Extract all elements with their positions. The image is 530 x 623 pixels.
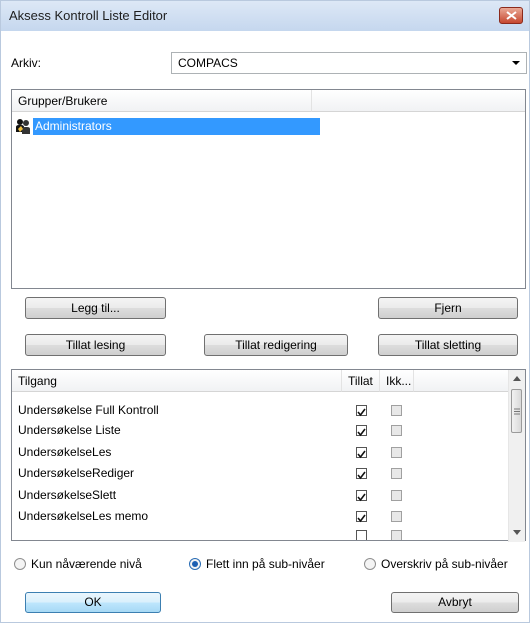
table-row[interactable]: UndersøkelseSlett (12, 487, 342, 504)
ok-button[interactable]: OK (25, 592, 161, 613)
table-row[interactable]: UndersøkelseLes (12, 444, 342, 461)
allow-checkbox[interactable] (356, 511, 367, 523)
allow-checkbox[interactable] (356, 447, 367, 459)
window-title: Aksess Kontroll Liste Editor (9, 8, 168, 23)
title-bar[interactable]: Aksess Kontroll Liste Editor (1, 1, 529, 31)
radio-current-level-label[interactable]: Kun nåværende nivå (31, 557, 142, 571)
row-label: Undersøkelse Liste (18, 423, 121, 437)
allow-checkbox[interactable] (356, 425, 367, 437)
allow-checkbox[interactable] (356, 405, 367, 417)
table-row[interactable]: UndersøkelseLes memo (12, 508, 342, 525)
deny-column-header[interactable]: Ikk... (380, 370, 414, 392)
remove-button[interactable]: Fjern (378, 297, 518, 319)
scroll-down-icon (513, 530, 521, 535)
scroll-thumb[interactable] (511, 389, 522, 433)
archive-label: Arkiv: (11, 56, 41, 70)
deny-checkbox[interactable] (391, 425, 402, 436)
access-column-header[interactable]: Tilgang (12, 370, 342, 392)
checkmark-icon (357, 450, 366, 459)
checkmark-icon (357, 493, 366, 502)
allow-checkbox[interactable] (356, 530, 367, 540)
deny-checkbox[interactable] (391, 468, 402, 479)
checkmark-icon (357, 408, 366, 417)
scroll-up-icon (513, 376, 521, 381)
allow-edit-button[interactable]: Tillat redigering (204, 334, 348, 356)
deny-checkbox[interactable] (391, 530, 402, 540)
radio-selected-dot (192, 561, 198, 567)
cancel-button[interactable]: Avbryt (391, 592, 519, 613)
radio-merge-sublevels-label[interactable]: Flett inn på sub-nivåer (206, 557, 325, 571)
grip-icon (514, 408, 520, 415)
close-icon (506, 11, 517, 20)
checkmark-icon (357, 471, 366, 480)
user-group-icon (16, 119, 30, 134)
chevron-down-icon (512, 61, 520, 65)
deny-header-label: Ikk... (386, 374, 412, 388)
row-label: UndersøkelseLes memo (18, 509, 149, 523)
acl-editor-window: Aksess Kontroll Liste Editor Arkiv: COMP… (0, 0, 530, 623)
row-label: UndersøkelseRediger (18, 466, 135, 480)
access-list[interactable]: Tilgang Tillat Ikk... Undersøkelse Full … (11, 369, 526, 542)
table-row[interactable]: Undersøkelse Full Kontroll (12, 402, 342, 419)
groups-list[interactable]: Grupper/Brukere Administrators (11, 89, 526, 289)
archive-select[interactable]: COMPACS (171, 52, 527, 74)
vertical-scrollbar[interactable] (508, 370, 525, 542)
access-column-filler (414, 370, 508, 392)
allow-read-button[interactable]: Tillat lesing (25, 334, 166, 356)
allow-header-label: Tillat (348, 374, 373, 388)
deny-checkbox[interactable] (391, 447, 402, 458)
archive-value: COMPACS (178, 56, 238, 70)
close-button[interactable] (499, 7, 523, 24)
groups-column-filler (312, 90, 525, 112)
add-button[interactable]: Legg til... (25, 297, 166, 319)
allow-checkbox[interactable] (356, 490, 367, 502)
deny-checkbox[interactable] (391, 511, 402, 522)
groups-header-label: Grupper/Brukere (18, 94, 108, 108)
list-item-administrators[interactable]: Administrators (33, 118, 320, 135)
table-row[interactable]: Undersøkelse Liste (12, 422, 342, 439)
radio-overwrite-sublevels[interactable] (364, 558, 376, 570)
radio-current-level[interactable] (14, 558, 26, 570)
radio-overwrite-sublevels-label[interactable]: Overskriv på sub-nivåer (381, 557, 508, 571)
row-label: UndersøkelseLes (18, 445, 112, 459)
checkmark-icon (357, 428, 366, 437)
allow-column-header[interactable]: Tillat (342, 370, 380, 392)
checkmark-icon (357, 514, 366, 523)
row-label: Undersøkelse Full Kontroll (18, 403, 159, 417)
table-row[interactable]: UndersøkelseRediger (12, 465, 342, 482)
allow-delete-button[interactable]: Tillat sletting (378, 334, 518, 356)
groups-column-header[interactable]: Grupper/Brukere (12, 90, 312, 112)
allow-checkbox[interactable] (356, 468, 367, 480)
deny-checkbox[interactable] (391, 405, 402, 416)
radio-merge-sublevels[interactable] (189, 558, 201, 570)
deny-checkbox[interactable] (391, 490, 402, 501)
row-label: UndersøkelseSlett (18, 488, 117, 502)
access-header-label: Tilgang (18, 374, 57, 388)
list-item-label: Administrators (35, 119, 112, 133)
